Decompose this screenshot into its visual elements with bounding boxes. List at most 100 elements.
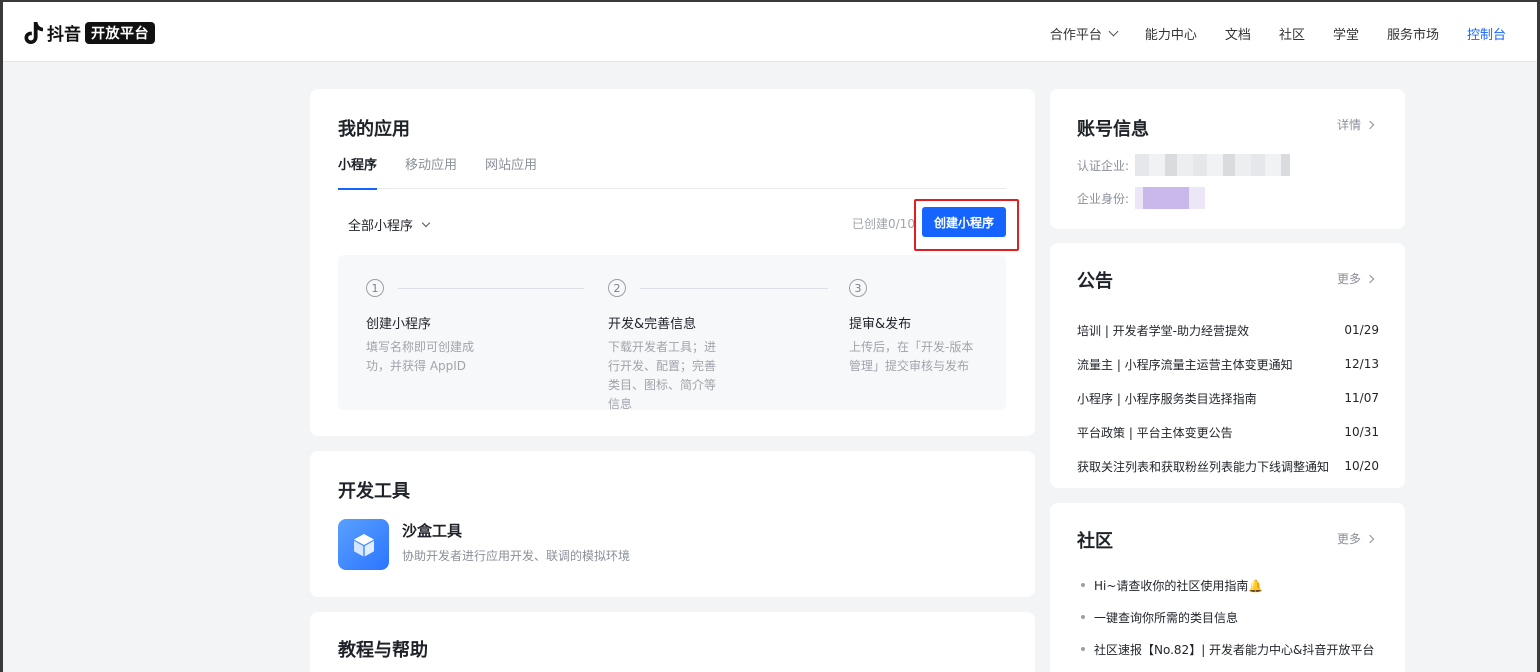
logo-text: 抖音 <box>47 25 81 45</box>
more-label: 更多 <box>1336 272 1361 286</box>
step-description: 下载开发者工具；进行开发、配置；完善类目、图标、简介等信息 <box>608 340 717 411</box>
blurred-identity-badge <box>1135 187 1206 209</box>
step-description: 上传后，在「开发-版本管理」提交审核与发布 <box>849 340 974 373</box>
tab-mobile-app[interactable]: 移动应用 <box>405 157 457 189</box>
nav-item-academy[interactable]: 学堂 <box>1333 24 1359 43</box>
dev-tools-title: 开发工具 <box>338 481 410 502</box>
blurred-company-name <box>1135 154 1291 176</box>
account-info-title: 账号信息 <box>1077 119 1149 140</box>
cube-icon <box>353 533 374 556</box>
tab-mini-program[interactable]: 小程序 <box>338 157 378 190</box>
create-mini-program-button[interactable]: 创建小程序 <box>922 207 1006 237</box>
certified-company-row: 认证企业: <box>1077 154 1291 176</box>
notice-date: 12/13 <box>1344 357 1379 371</box>
notice-card: 公告 更多 培训 | 开发者学堂-助力经营提效 01/29 流量主 | 小程序流… <box>1050 243 1405 488</box>
notice-date: 10/20 <box>1344 459 1379 473</box>
step-number: 3 <box>849 279 867 297</box>
step-item: 1 创建小程序 填写名称即可创建成功，并获得 AppID <box>366 279 596 376</box>
notice-date: 10/31 <box>1344 425 1379 439</box>
chevron-down-icon <box>421 218 431 227</box>
notice-text: 获取关注列表和获取粉丝列表能力下线调整通知 <box>1077 459 1330 474</box>
account-details-link[interactable]: 详情 <box>1336 116 1375 133</box>
notice-text: 平台政策 | 平台主体变更公告 <box>1077 425 1233 440</box>
community-list: Hi~请查收你的社区使用指南🔔 一键查询你所需的类目信息 社区速报【No.82】… <box>1081 569 1381 665</box>
community-item-text: Hi~请查收你的社区使用指南🔔 <box>1094 578 1264 593</box>
my-apps-card: 我的应用 小程序 移动应用 网站应用 全部小程序 已创建0/10 创建小程序 1… <box>310 89 1035 436</box>
chevron-right-icon <box>1365 120 1375 129</box>
company-identity-label: 企业身份: <box>1077 191 1130 206</box>
more-label: 更多 <box>1336 532 1361 546</box>
notice-item[interactable]: 平台政策 | 平台主体变更公告 10/31 <box>1077 415 1379 449</box>
onboarding-steps: 1 创建小程序 填写名称即可创建成功，并获得 AppID 2 开发&完善信息 下… <box>338 255 1006 411</box>
nav-item-partner-platform[interactable]: 合作平台 <box>1049 24 1119 43</box>
community-item-text: 社区速报【No.82】| 开发者能力中心&抖音开放平台 <box>1094 642 1375 657</box>
bullet-icon <box>1081 615 1085 619</box>
top-navigation-bar: 抖音 开放平台 合作平台 能力中心 文档 社区 学堂 服务市场 控制台 <box>0 0 1540 62</box>
douyin-open-platform-logo[interactable]: 抖音 开放平台 <box>24 20 155 45</box>
chevron-right-icon <box>1365 274 1375 283</box>
community-card: 社区 更多 Hi~请查收你的社区使用指南🔔 一键查询你所需的类目信息 社区速报【… <box>1050 503 1405 672</box>
sandbox-tool-description: 协助开发者进行应用开发、联调的模拟环境 <box>402 549 631 563</box>
bullet-icon <box>1081 647 1085 651</box>
main-nav: 合作平台 能力中心 文档 社区 学堂 服务市场 控制台 <box>1022 24 1506 43</box>
nav-item-label: 学堂 <box>1332 28 1359 43</box>
nav-item-label: 社区 <box>1278 28 1305 43</box>
details-label: 详情 <box>1336 118 1361 132</box>
notice-text: 培训 | 开发者学堂-助力经营提效 <box>1077 323 1250 338</box>
created-count: 已创建0/10 <box>852 217 915 231</box>
community-item-text: 一键查询你所需的类目信息 <box>1094 610 1239 625</box>
dev-tools-card: 开发工具 沙盒工具 协助开发者进行应用开发、联调的模拟环境 <box>310 451 1035 597</box>
chevron-down-icon <box>1108 26 1119 37</box>
nav-item-label: 文档 <box>1224 28 1251 43</box>
company-identity-row: 企业身份: <box>1077 187 1206 209</box>
account-info-card: 账号信息 详情 认证企业: 企业身份: <box>1050 89 1405 229</box>
nav-item-service-market[interactable]: 服务市场 <box>1387 24 1439 43</box>
nav-item-label: 服务市场 <box>1386 28 1439 43</box>
community-item[interactable]: 一键查询你所需的类目信息 <box>1081 601 1381 633</box>
step-title: 创建小程序 <box>366 317 432 332</box>
mini-program-filter-dropdown[interactable]: 全部小程序 <box>348 215 431 234</box>
notice-item[interactable]: 流量主 | 小程序流量主运营主体变更通知 12/13 <box>1077 347 1379 381</box>
notice-date: 01/29 <box>1344 323 1379 337</box>
community-item[interactable]: Hi~请查收你的社区使用指南🔔 <box>1081 569 1381 601</box>
notice-text: 流量主 | 小程序流量主运营主体变更通知 <box>1077 357 1293 372</box>
bullet-icon <box>1081 583 1085 587</box>
nav-item-label: 控制台 <box>1466 28 1506 43</box>
step-number: 1 <box>366 279 384 297</box>
douyin-logo-icon <box>24 21 43 44</box>
step-title: 提审&发布 <box>849 317 912 332</box>
notice-date: 11/07 <box>1344 391 1379 405</box>
step-description: 填写名称即可创建成功，并获得 AppID <box>366 340 475 373</box>
step-item: 3 提审&发布 上传后，在「开发-版本管理」提交审核与发布 <box>849 279 1079 376</box>
logo-badge: 开放平台 <box>85 21 155 44</box>
app-type-tabs: 小程序 移动应用 网站应用 <box>338 157 1006 190</box>
tutorial-help-title: 教程与帮助 <box>338 640 428 661</box>
community-more-link[interactable]: 更多 <box>1336 530 1375 547</box>
tutorial-help-card: 教程与帮助 <box>310 612 1035 672</box>
notice-item[interactable]: 获取关注列表和获取粉丝列表能力下线调整通知 10/20 <box>1077 449 1379 483</box>
nav-item-docs[interactable]: 文档 <box>1225 24 1251 43</box>
nav-item-label: 合作平台 <box>1049 28 1102 43</box>
notice-item[interactable]: 小程序 | 小程序服务类目选择指南 11/07 <box>1077 381 1379 415</box>
community-item[interactable]: 社区速报【No.82】| 开发者能力中心&抖音开放平台 <box>1081 633 1381 665</box>
nav-item-label: 能力中心 <box>1144 28 1197 43</box>
step-item: 2 开发&完善信息 下载开发者工具；进行开发、配置；完善类目、图标、简介等信息 <box>608 279 838 414</box>
notice-text: 小程序 | 小程序服务类目选择指南 <box>1077 391 1257 406</box>
community-title: 社区 <box>1077 531 1113 552</box>
notice-more-link[interactable]: 更多 <box>1336 270 1375 287</box>
notice-list: 培训 | 开发者学堂-助力经营提效 01/29 流量主 | 小程序流量主运营主体… <box>1077 313 1379 483</box>
my-apps-title: 我的应用 <box>338 119 410 140</box>
certified-company-label: 认证企业: <box>1077 158 1130 173</box>
filter-label: 全部小程序 <box>348 219 414 234</box>
notice-title: 公告 <box>1077 271 1113 292</box>
sandbox-tool-icon[interactable] <box>338 519 389 570</box>
tab-website-app[interactable]: 网站应用 <box>485 157 537 189</box>
chevron-right-icon <box>1365 534 1375 543</box>
notice-item[interactable]: 培训 | 开发者学堂-助力经营提效 01/29 <box>1077 313 1379 347</box>
nav-item-capability-center[interactable]: 能力中心 <box>1145 24 1197 43</box>
step-connector <box>398 288 584 289</box>
nav-item-community[interactable]: 社区 <box>1279 24 1305 43</box>
sandbox-tool-name[interactable]: 沙盒工具 <box>402 520 462 541</box>
nav-item-console[interactable]: 控制台 <box>1467 24 1506 43</box>
step-connector <box>640 288 828 289</box>
